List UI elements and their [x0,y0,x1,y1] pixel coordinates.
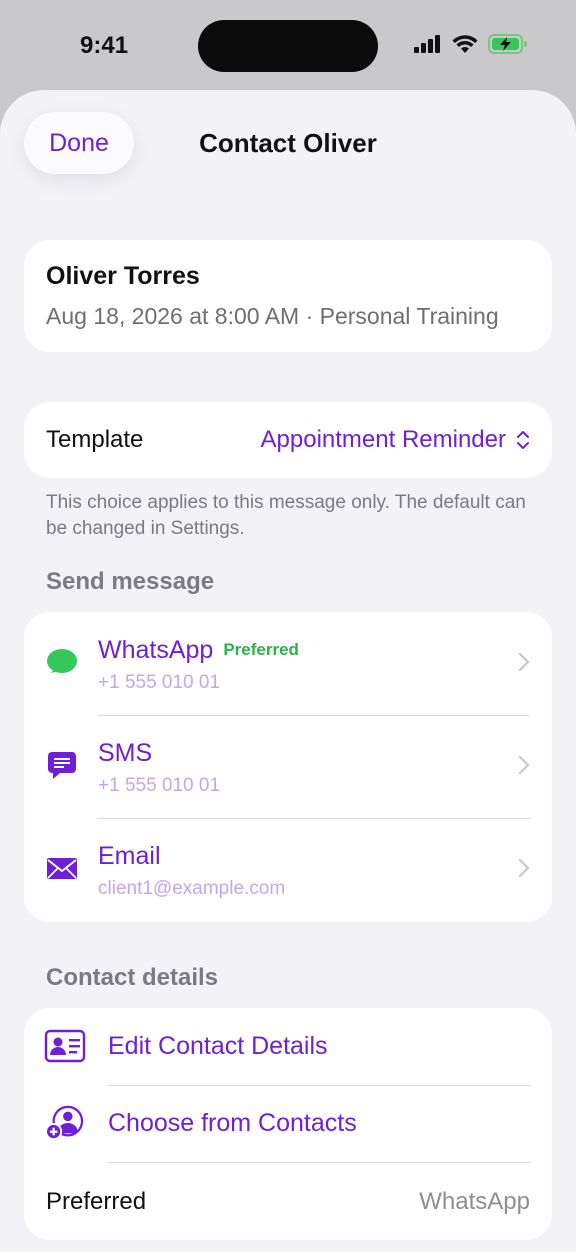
send-whatsapp-row[interactable]: WhatsApp Preferred +1 555 010 01 [24,612,552,715]
cellular-signal-icon [414,35,440,53]
client-name: Oliver Torres [46,262,200,290]
battery-charging-icon [488,34,527,54]
contact-details-card: Edit Contact Details Choose from Contact… [24,1008,552,1240]
template-footnote: This choice applies to this message only… [46,492,526,539]
send-sms-row[interactable]: SMS +1 555 010 01 [24,715,552,818]
status-bar: 9:41 [0,0,576,92]
template-value-text: Appointment Reminder [260,426,506,453]
chevron-right-icon [518,652,530,672]
contact-details-header: Contact details [46,964,219,991]
edit-contact-details-label: Edit Contact Details [108,1032,328,1060]
status-time: 9:41 [80,32,129,59]
contact-sheet: Done Contact Oliver Oliver Torres Aug 18… [0,90,576,1252]
add-person-icon [45,1105,84,1141]
whatsapp-label: WhatsApp [98,636,214,664]
template-value[interactable]: Appointment Reminder [261,426,530,454]
appointment-details: Aug 18, 2026 at 8:00 AM · Personal Train… [46,303,499,329]
template-label: Template [46,426,144,453]
chevron-right-icon [518,755,530,775]
sms-icon [48,752,76,779]
template-picker[interactable]: Template Appointment Reminder [24,402,552,478]
preferred-label: Preferred [46,1188,147,1215]
send-message-header: Send message [46,568,215,595]
preferred-value: WhatsApp [419,1188,530,1215]
whatsapp-icon [47,649,77,673]
sms-number: +1 555 010 01 [98,775,221,796]
choose-from-contacts-label: Choose from Contacts [108,1109,357,1137]
edit-contact-details-row[interactable]: Edit Contact Details [24,1008,552,1085]
send-message-card: WhatsApp Preferred +1 555 010 01 SMS +1 5… [24,612,552,922]
wifi-icon [452,34,478,53]
client-card: Oliver Torres Aug 18, 2026 at 8:00 AM · … [24,240,552,352]
chevron-right-icon [518,858,530,878]
preferred-channel-row[interactable]: Preferred WhatsApp [24,1162,552,1240]
email-title: Email [98,842,161,870]
preferred-badge: Preferred [223,640,299,659]
sheet-title: Contact Oliver [199,128,377,158]
mail-icon [47,858,77,879]
dynamic-island [198,20,378,72]
contact-card-icon [44,1029,86,1063]
status-icons [414,34,528,54]
email-address: client1@example.com [98,878,286,899]
chevron-up-down-icon [517,431,529,449]
sms-title: SMS [98,739,153,767]
whatsapp-number: +1 555 010 01 [98,672,221,693]
choose-from-contacts-row[interactable]: Choose from Contacts [24,1085,552,1162]
send-email-row[interactable]: Email client1@example.com [24,818,552,921]
whatsapp-title: WhatsApp Preferred [98,636,299,665]
